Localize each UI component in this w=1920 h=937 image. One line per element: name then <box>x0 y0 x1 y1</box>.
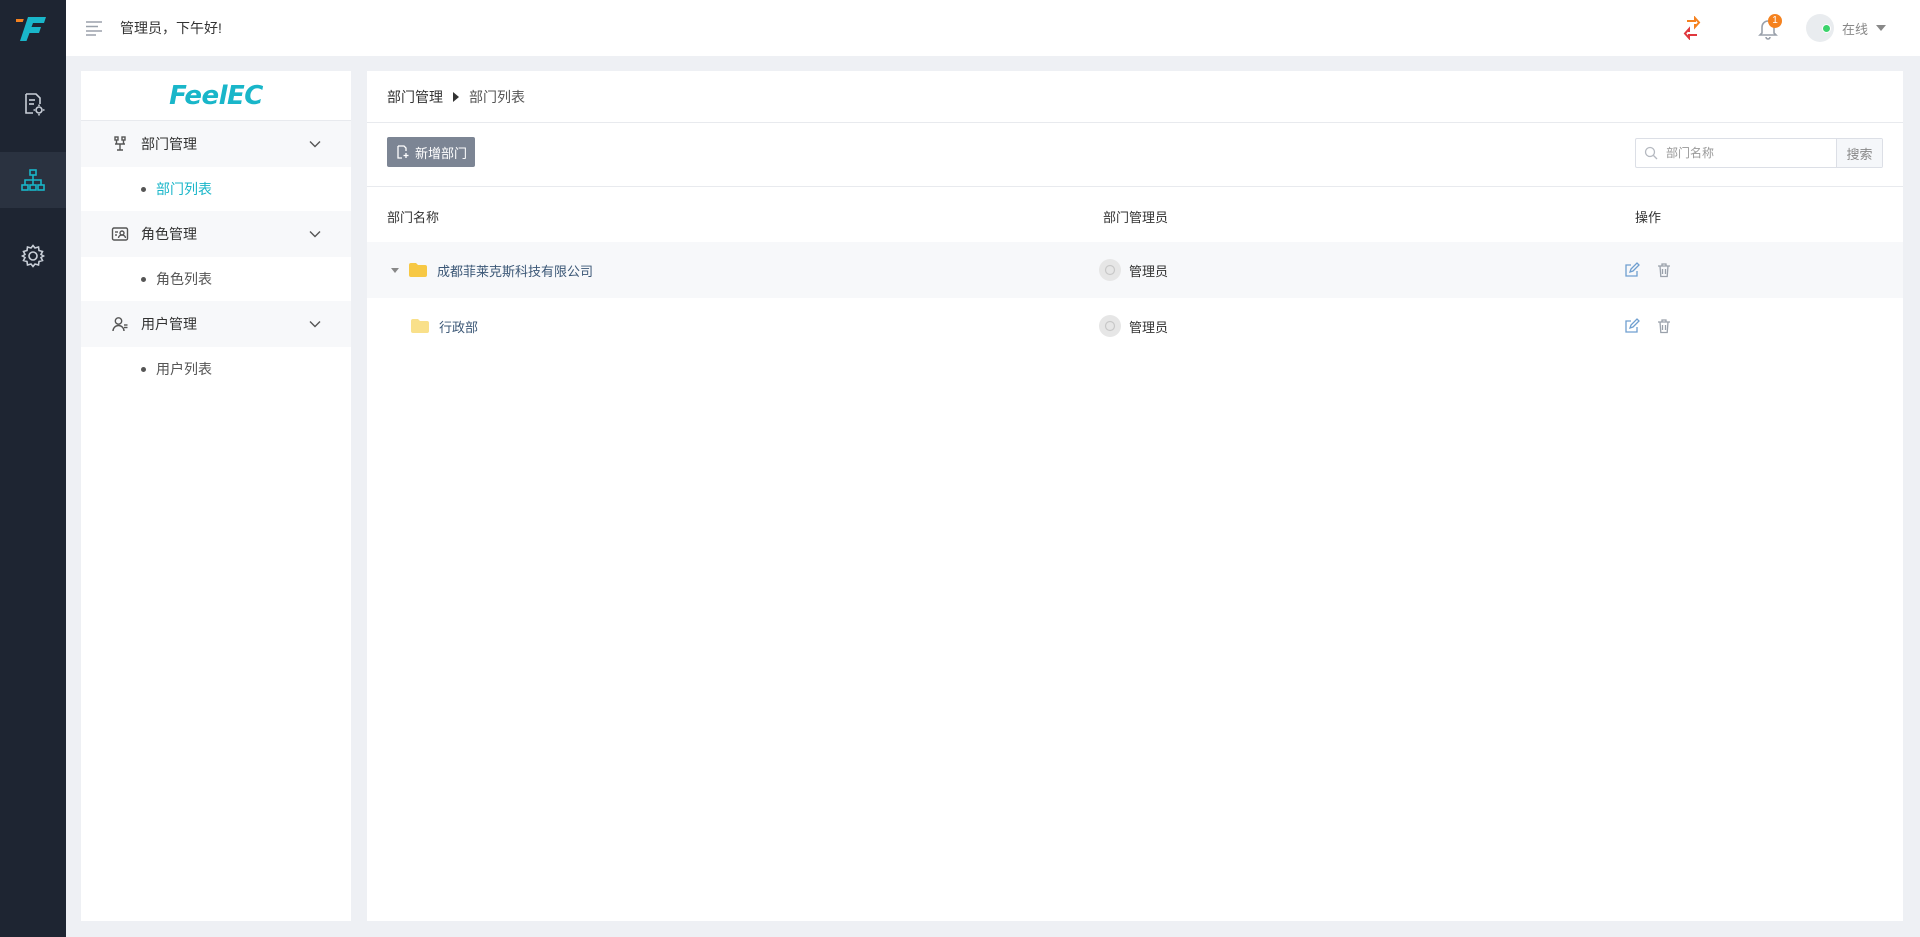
org-icon <box>114 136 126 151</box>
name-cell: 成都菲莱克斯科技有限公司 <box>391 242 593 298</box>
name-cell: 行政部 <box>411 298 478 354</box>
sidebar-item-role-list[interactable]: 角色列表 <box>81 257 351 301</box>
search-field <box>1636 139 1836 167</box>
breadcrumb-item: 部门列表 <box>469 88 525 105</box>
folder-icon <box>411 319 429 333</box>
online-dot-icon <box>1822 24 1831 33</box>
sync-icon[interactable] <box>1680 15 1704 41</box>
brand-logo-text: FeelEC <box>169 80 263 111</box>
main-content: 部门管理 部门列表 新增部门 搜索 部门名称 部门管理员 操作 <box>367 71 1903 921</box>
admin-name: 管理员 <box>1129 263 1169 279</box>
role-card-icon <box>111 227 129 241</box>
menu-toggle-icon[interactable] <box>84 19 104 37</box>
add-department-label: 新增部门 <box>415 145 468 161</box>
rail-org-chart-icon[interactable] <box>0 152 66 208</box>
notification-badge: 1 <box>1768 14 1782 28</box>
chevron-down-icon <box>309 231 321 238</box>
sub-navigation: FeelEC 部门管理 部门列表 角色管理 角色列表 用户管理 用户列表 <box>81 71 351 921</box>
add-document-icon <box>397 145 409 159</box>
column-header-name: 部门名称 <box>387 210 440 225</box>
left-rail <box>0 0 66 937</box>
add-department-button[interactable]: 新增部门 <box>387 137 476 167</box>
sidebar-item-department-list[interactable]: 部门列表 <box>81 167 351 211</box>
sidebar-item-user-list[interactable]: 用户列表 <box>81 347 351 391</box>
sidebar-item-label: 部门列表 <box>156 181 212 197</box>
chevron-down-icon <box>1876 25 1887 31</box>
menu-head-label: 角色管理 <box>141 226 197 242</box>
admin-cell: 管理员 <box>1099 298 1168 354</box>
actions-cell <box>1624 298 1688 354</box>
user-status-dropdown[interactable]: 在线 <box>1806 14 1887 42</box>
user-icon <box>112 317 128 332</box>
chevron-down-icon <box>309 321 321 328</box>
breadcrumb: 部门管理 部门列表 <box>367 71 1903 123</box>
menu-group-department: 部门管理 部门列表 <box>81 121 351 211</box>
column-header-admin: 部门管理员 <box>1103 210 1169 225</box>
menu-group-role: 角色管理 角色列表 <box>81 211 351 301</box>
admin-cell: 管理员 <box>1099 242 1168 298</box>
menu-head-label: 用户管理 <box>141 316 197 332</box>
breadcrumb-arrow-icon <box>453 91 459 102</box>
breadcrumb-item[interactable]: 部门管理 <box>387 87 443 107</box>
status-label: 在线 <box>1842 21 1869 37</box>
table-header: 部门名称 部门管理员 操作 <box>367 187 1903 242</box>
toolbar: 新增部门 搜索 <box>367 123 1903 187</box>
avatar <box>1806 14 1834 42</box>
table-row[interactable]: 成都菲莱克斯科技有限公司 管理员 <box>367 242 1903 298</box>
department-name: 成都菲莱克斯科技有限公司 <box>437 263 594 279</box>
brand-logo: FeelEC <box>81 71 351 121</box>
search-button[interactable]: 搜索 <box>1836 139 1882 167</box>
menu-group-user: 用户管理 用户列表 <box>81 301 351 391</box>
search-box: 搜索 <box>1635 138 1883 168</box>
department-name: 行政部 <box>439 319 479 335</box>
admin-avatar <box>1099 259 1121 281</box>
rail-settings-gear-icon[interactable] <box>0 228 66 284</box>
app-logo-icon[interactable] <box>0 0 66 56</box>
table-row[interactable]: 行政部 管理员 <box>367 298 1903 354</box>
department-table: 部门名称 部门管理员 操作 成都菲莱克斯科技有限公司 管理员 行政部 管理员 <box>367 187 1903 354</box>
bullet-icon <box>141 276 146 282</box>
chevron-down-icon <box>309 141 321 148</box>
column-header-actions: 操作 <box>1635 210 1662 225</box>
admin-name: 管理员 <box>1129 319 1169 335</box>
edit-icon[interactable] <box>1624 318 1640 334</box>
edit-icon[interactable] <box>1624 262 1640 278</box>
sidebar-item-label: 角色列表 <box>156 271 212 287</box>
delete-icon[interactable] <box>1656 318 1672 334</box>
delete-icon[interactable] <box>1656 262 1672 278</box>
admin-avatar <box>1099 315 1121 337</box>
top-header: 管理员，下午好! 1 在线 <box>66 0 1920 56</box>
expand-caret-icon[interactable] <box>391 267 399 273</box>
search-input[interactable] <box>1666 146 1826 160</box>
bullet-icon <box>141 366 146 372</box>
search-icon <box>1644 146 1658 160</box>
menu-head-label: 部门管理 <box>141 136 197 152</box>
actions-cell <box>1624 242 1688 298</box>
greeting-text: 管理员，下午好! <box>120 20 222 36</box>
bullet-icon <box>141 186 146 192</box>
menu-head-role[interactable]: 角色管理 <box>81 211 351 257</box>
sidebar-item-label: 用户列表 <box>156 361 212 377</box>
menu-head-user[interactable]: 用户管理 <box>81 301 351 347</box>
folder-icon <box>409 263 427 277</box>
rail-document-settings-icon[interactable] <box>0 76 66 132</box>
menu-head-department[interactable]: 部门管理 <box>81 121 351 167</box>
